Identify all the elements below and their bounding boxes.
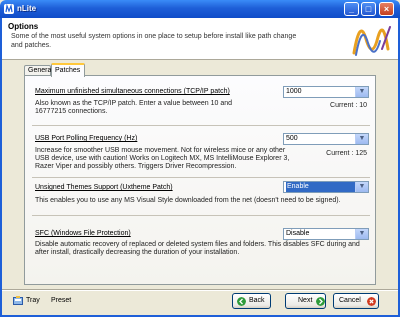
cancel-button[interactable]: Cancel — [333, 293, 379, 309]
divider — [32, 215, 370, 216]
sfc-select[interactable]: Disable ▼ — [283, 228, 369, 240]
back-button[interactable]: Back — [232, 293, 271, 309]
preset-link[interactable]: Preset — [51, 297, 71, 304]
sfc-description: Disable automatic recovery of replaced o… — [35, 241, 360, 256]
cancel-label: Cancel — [339, 297, 361, 304]
tcpip-description: Also known as the TCP/IP patch. Enter a … — [35, 100, 233, 115]
tab-patches[interactable]: Patches — [51, 63, 85, 77]
back-arrow-icon — [237, 297, 246, 306]
page-description: Some of the most useful system options i… — [11, 33, 297, 49]
usb-polling-value: 500 — [286, 135, 298, 142]
minimize-button[interactable]: _ — [344, 2, 359, 16]
sfc-value: Disable — [286, 230, 310, 237]
usb-polling-select[interactable]: 500 ▼ — [283, 133, 369, 145]
nlite-logo-icon — [348, 19, 396, 59]
chevron-down-icon[interactable]: ▼ — [355, 87, 368, 97]
footer-divider — [2, 289, 398, 291]
close-button[interactable]: × — [379, 2, 394, 16]
next-label: Next — [298, 297, 313, 304]
uxtheme-select[interactable]: Enable ▼ — [283, 181, 369, 193]
divider — [32, 125, 370, 126]
tcpip-label: Maximum unfinished simultaneous connecti… — [35, 88, 230, 95]
chevron-down-icon[interactable]: ▼ — [355, 229, 368, 239]
next-button[interactable]: Next — [285, 293, 326, 309]
sfc-label: SFC (Windows File Protection) — [35, 230, 131, 237]
window-title: nLite — [17, 4, 37, 13]
maximize-icon: □ — [365, 4, 372, 14]
close-icon: × — [383, 4, 390, 14]
usb-polling-current: Current : 125 — [326, 150, 367, 157]
chevron-down-icon[interactable]: ▼ — [355, 134, 368, 144]
page-title: Options — [8, 22, 39, 31]
usb-polling-description: Increase for smoother USB mouse movement… — [35, 147, 290, 170]
uxtheme-label: Unsigned Themes Support (Uxtheme Patch) — [35, 184, 173, 191]
patches-panel: Maximum unfinished simultaneous connecti… — [24, 75, 376, 285]
maximize-button[interactable]: □ — [361, 2, 376, 16]
uxtheme-description: This enables you to use any MS Visual St… — [35, 197, 341, 204]
minimize-icon: _ — [348, 4, 354, 14]
uxtheme-value: Enable — [286, 182, 355, 192]
chevron-down-icon[interactable]: ▼ — [355, 182, 368, 192]
page-header: Options Some of the most useful system o… — [2, 18, 398, 60]
next-arrow-icon — [316, 297, 325, 306]
tcpip-current: Current : 10 — [330, 102, 367, 109]
window-frame-left — [0, 18, 2, 317]
back-label: Back — [249, 297, 265, 304]
tray-link[interactable]: Tray — [26, 297, 40, 304]
tcpip-select[interactable]: 1000 ▼ — [283, 86, 369, 98]
title-bar[interactable]: nLite _ □ × — [0, 0, 400, 18]
cancel-icon — [367, 297, 376, 306]
usb-polling-label: USB Port Polling Frequency (Hz) — [35, 135, 138, 142]
tcpip-value: 1000 — [286, 88, 302, 95]
tray-icon[interactable] — [13, 296, 23, 305]
divider — [32, 177, 370, 178]
nlite-app-icon — [4, 4, 14, 14]
